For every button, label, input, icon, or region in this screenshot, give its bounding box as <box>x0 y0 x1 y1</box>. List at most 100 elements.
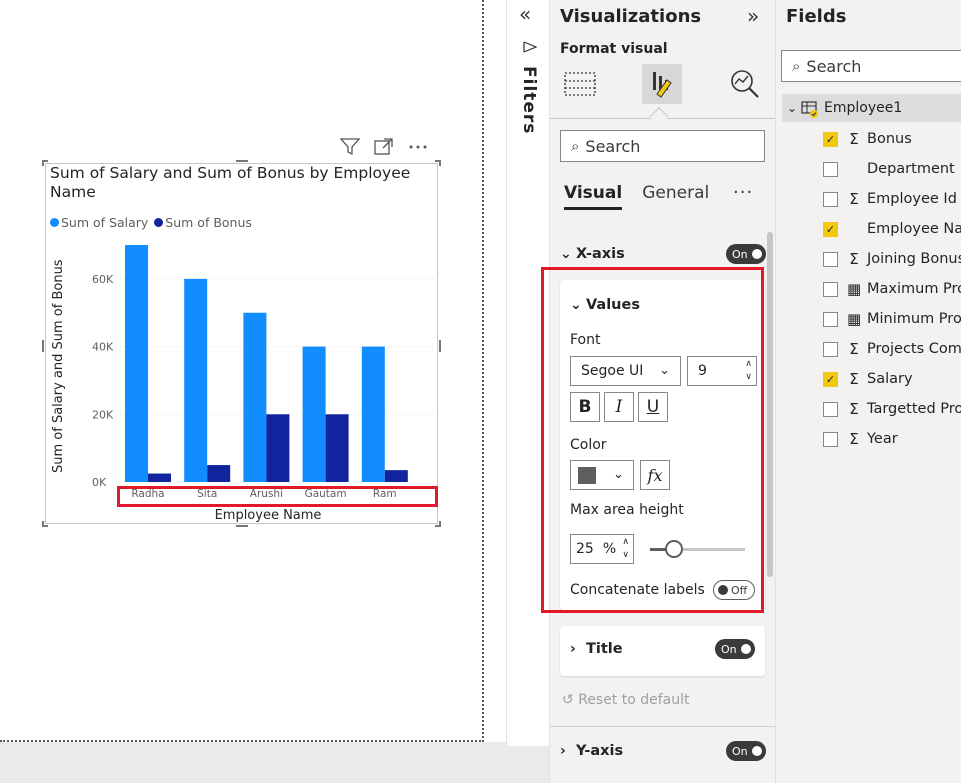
field-item[interactable]: Σ Employee Id <box>823 186 961 212</box>
chevron-down-icon: ⌄ <box>560 246 572 262</box>
field-label: Projects Comp <box>867 341 961 357</box>
xaxis-toggle[interactable]: On <box>726 244 766 264</box>
toggle-text: On <box>732 744 748 758</box>
bar-bonus[interactable] <box>325 414 349 482</box>
field-checkbox[interactable] <box>823 431 838 447</box>
chevron-down-icon: ⌄ <box>787 101 798 115</box>
resize-handle[interactable] <box>42 160 48 166</box>
field-checkbox[interactable]: ✓ <box>823 131 838 147</box>
sigma-icon: Σ <box>849 130 859 148</box>
section-yaxis[interactable]: › Y-axis On <box>560 741 766 761</box>
legend-item-bonus[interactable]: Sum of Bonus <box>154 215 252 230</box>
tab-general[interactable]: General <box>642 183 709 210</box>
sigma-icon: Σ <box>849 190 859 208</box>
page-tabs-strip <box>0 742 549 783</box>
field-item[interactable]: Σ Year <box>823 426 961 452</box>
format-visual-icon[interactable] <box>642 64 682 104</box>
legend-label: Sum of Salary <box>61 215 149 230</box>
field-label: Salary <box>867 371 913 387</box>
yaxis-toggle[interactable]: On <box>726 741 766 761</box>
focus-mode-icon[interactable] <box>374 138 394 160</box>
bar-salary[interactable] <box>302 346 326 482</box>
section-label: Title <box>586 641 623 657</box>
legend-dot <box>154 218 164 227</box>
field-label: Employee Nar <box>867 221 961 237</box>
chart-legend: Sum of Salary Sum of Bonus <box>50 215 252 230</box>
visual-header <box>339 138 428 160</box>
field-checkbox[interactable]: ✓ <box>823 221 838 237</box>
field-checkbox[interactable] <box>823 191 838 207</box>
field-checkbox[interactable] <box>823 251 838 267</box>
y-tick-label: 60K <box>92 273 114 286</box>
fields-search-input[interactable]: ⌕ Search <box>781 50 961 82</box>
field-item[interactable]: Department <box>823 156 961 182</box>
reset-to-default[interactable]: ↺ Reset to default <box>562 692 690 708</box>
expand-icon[interactable]: » <box>747 4 759 28</box>
tab-visual[interactable]: Visual <box>564 183 623 210</box>
highlight-box-axis-labels <box>117 486 438 507</box>
bar-salary[interactable] <box>361 346 385 482</box>
toggle-knob <box>741 644 751 654</box>
x-axis-title: Employee Name <box>215 508 322 523</box>
bar-salary[interactable] <box>125 245 148 482</box>
field-checkbox[interactable] <box>823 401 838 417</box>
bar-bonus[interactable] <box>266 414 290 482</box>
field-checkbox[interactable] <box>823 161 838 177</box>
resize-handle[interactable] <box>435 160 441 166</box>
chart-plot: 0K 20K 40K 60K Sum of Salary and Sum of Bonu… <box>51 245 435 523</box>
filters-label[interactable]: Filters <box>519 66 539 134</box>
field-checkbox[interactable] <box>823 281 838 297</box>
bar-salary[interactable] <box>243 312 267 482</box>
bar-bonus[interactable] <box>207 465 231 482</box>
field-item[interactable]: Σ Projects Comp <box>823 336 961 362</box>
filter-icon[interactable] <box>339 138 361 160</box>
title-card[interactable]: › Title On <box>560 626 765 676</box>
section-title[interactable]: › Title On <box>570 639 755 659</box>
section-xaxis[interactable]: ⌄ X-axis On <box>560 244 766 264</box>
table-employee1[interactable]: ⌄ Employee1 <box>782 94 961 122</box>
analytics-icon[interactable] <box>725 64 765 104</box>
search-icon: ⌕ <box>571 137 580 155</box>
format-search-input[interactable]: ⌕ Search <box>560 130 765 162</box>
bar-bonus[interactable] <box>384 470 408 482</box>
field-item[interactable]: ✓ Σ Bonus <box>823 126 961 152</box>
field-label: Joining Bonus <box>867 251 961 267</box>
table-name: Employee1 <box>824 100 903 116</box>
format-visual-label: Format visual <box>560 41 668 57</box>
collapse-icon[interactable]: « <box>519 2 531 26</box>
more-options-icon[interactable]: ··· <box>733 182 753 203</box>
field-item[interactable]: Σ Targetted Proj <box>823 396 961 422</box>
divider <box>550 726 776 727</box>
field-item[interactable]: Σ Joining Bonus <box>823 246 961 272</box>
bar-salary[interactable] <box>184 278 208 482</box>
format-tabs: Visual General <box>564 183 709 210</box>
legend-label: Sum of Bonus <box>165 215 252 230</box>
field-label: Minimum Proj <box>867 311 961 327</box>
field-label: Targetted Proj <box>867 401 961 417</box>
field-item[interactable]: ▦ Minimum Proj <box>823 306 961 332</box>
bar-bonus[interactable] <box>148 473 171 482</box>
y-axis-title: Sum of Salary and Sum of Bonus <box>51 259 66 473</box>
field-checkbox[interactable]: ✓ <box>823 371 838 387</box>
field-checkbox[interactable] <box>823 341 838 357</box>
legend-dot <box>50 218 59 227</box>
field-item[interactable]: ✓ Σ Salary <box>823 366 961 392</box>
chevron-right-icon: › <box>570 641 576 657</box>
more-options-icon[interactable] <box>408 138 428 160</box>
field-checkbox[interactable] <box>823 311 838 327</box>
y-tick-label: 20K <box>92 408 114 421</box>
legend-item-salary[interactable]: Sum of Salary <box>50 215 148 230</box>
title-toggle[interactable]: On <box>715 639 755 659</box>
sigma-icon: Σ <box>849 340 859 358</box>
scrollbar[interactable] <box>767 232 773 577</box>
field-item[interactable]: ▦ Maximum Pro <box>823 276 961 302</box>
visualizations-pane: Visualizations » Format visual ⌕ Search … <box>541 0 776 783</box>
reset-icon: ↺ <box>562 692 579 708</box>
field-item[interactable]: ✓ Employee Nar <box>823 216 961 242</box>
field-label: Maximum Pro <box>867 281 961 297</box>
section-label: Y-axis <box>576 743 624 759</box>
pane-title: Fields <box>786 6 847 27</box>
field-label: Bonus <box>867 131 912 147</box>
build-visual-icon[interactable] <box>560 64 600 104</box>
table-icon <box>801 100 819 118</box>
